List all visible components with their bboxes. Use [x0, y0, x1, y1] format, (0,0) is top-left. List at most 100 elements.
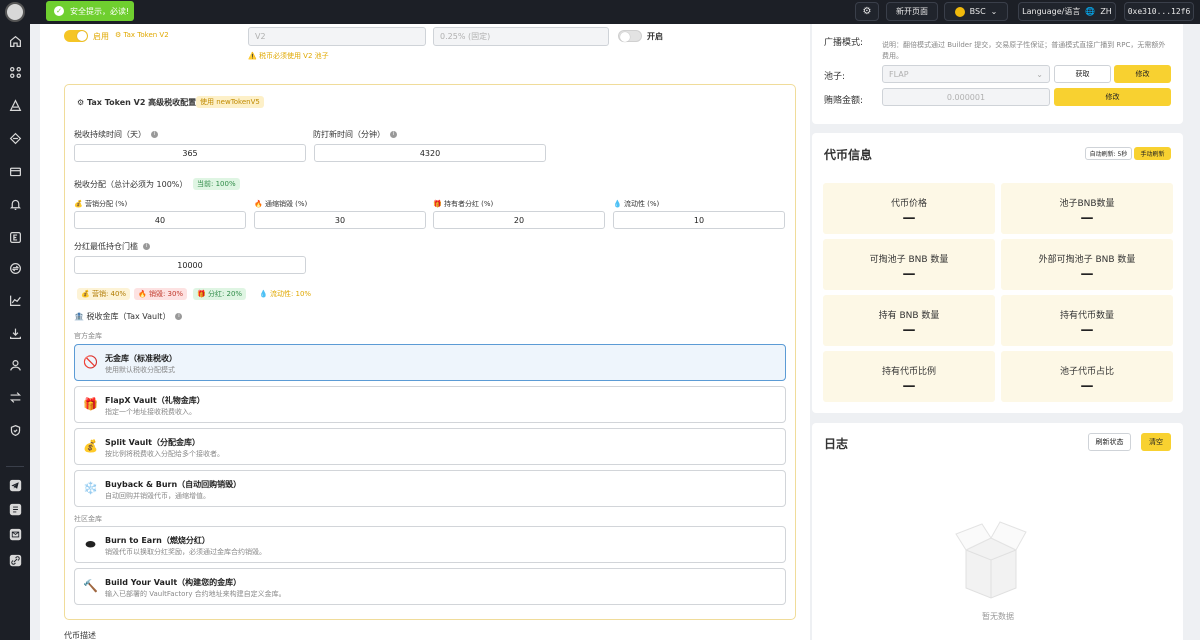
- bribe-input[interactable]: 0.000001: [882, 88, 1050, 106]
- summary-badge: 💰 营销: 40%: [77, 288, 131, 300]
- info-icon[interactable]: i: [143, 243, 150, 250]
- token-stat: 持有代币比例 —: [823, 351, 995, 402]
- vault-option-flapx[interactable]: 🎁 FlapX Vault（礼物金库） 指定一个地址接收税费收入。: [74, 386, 786, 423]
- home-icon[interactable]: [6, 32, 24, 50]
- new-page-label: 新开页面: [896, 7, 928, 16]
- token-e-icon[interactable]: [6, 228, 24, 246]
- antisnipe-input[interactable]: 4320: [314, 144, 546, 162]
- bribe-modify-button[interactable]: 修改: [1054, 88, 1171, 106]
- stat-value: —: [902, 379, 916, 394]
- auto-refresh-indicator[interactable]: 自动刷新: 5秒: [1085, 147, 1132, 160]
- distribution-input[interactable]: 30: [254, 211, 426, 229]
- swap-circle-icon[interactable]: [6, 259, 24, 277]
- new-page-button[interactable]: 新开页面: [886, 2, 938, 21]
- wallet-address: 0xe310...12f6: [1127, 7, 1191, 16]
- clear-log-button[interactable]: 清空: [1141, 433, 1171, 451]
- language-select[interactable]: Language/语言 🌐 ZH: [1018, 2, 1116, 21]
- vault-option-none[interactable]: 🚫 无金库（标准税收） 使用默认税收分配模式: [74, 344, 786, 381]
- info-icon[interactable]: i: [175, 313, 183, 320]
- network-select[interactable]: BSC ⌄: [944, 2, 1008, 21]
- gear-small-icon: ⚙: [115, 31, 122, 39]
- diamond-icon[interactable]: [6, 129, 24, 147]
- pool-modify-button[interactable]: 修改: [1114, 65, 1171, 83]
- language-value: ZH: [1100, 7, 1112, 16]
- vault-option-split[interactable]: 💰 Split Vault（分配金库） 按比例将税费收入分配给多个接收者。: [74, 428, 786, 465]
- duration-label: 税收持续时间（天） i: [74, 129, 158, 140]
- vault-option-buyback-burn[interactable]: ❄️ Buyback & Burn（自动回购销毁） 自动回购并销毁代币，通缩增值。: [74, 470, 786, 507]
- open-toggle[interactable]: [618, 30, 642, 42]
- stat-value: —: [902, 323, 916, 338]
- token-stat: 池子代币占比 —: [1001, 351, 1173, 402]
- distribution-field-text: 流动性 (%): [623, 200, 660, 208]
- empty-log-text: 暂无数据: [982, 612, 1014, 621]
- vault-option-burn-to-earn[interactable]: ⬬ Burn to Earn（燃烧分红） 销毁代币以换取分红奖励，必须通过金库合约销…: [74, 526, 786, 563]
- pool-select[interactable]: FLAP ⌄: [882, 65, 1050, 83]
- stat-label: 池子代币占比: [1059, 367, 1114, 377]
- summary-badge: 💧 流动性: 10%: [255, 288, 316, 300]
- info-icon[interactable]: i: [390, 131, 397, 138]
- refresh-status-button[interactable]: 刷新状态: [1088, 433, 1131, 451]
- disc-icon: ⬬: [85, 537, 96, 551]
- bribe-value: 0.000001: [946, 92, 986, 102]
- sidebar: [0, 0, 30, 640]
- vault-title: Split Vault（分配金库）: [105, 438, 200, 447]
- stat-value: —: [1080, 211, 1094, 226]
- broadcast-note: 说明：翻倍模式通过 Builder 提交，交易原子性保证；普通模式直接广播到 R…: [882, 41, 1166, 60]
- app-logo[interactable]: [5, 2, 25, 22]
- newtoken-badge: 使用 newTokenV5: [196, 96, 264, 108]
- wallet-button[interactable]: 0xe310...12f6: [1124, 2, 1194, 21]
- vault-description: 按比例将税费收入分配给多个接收者。: [105, 450, 224, 458]
- version-value: V2: [255, 32, 266, 41]
- token-stat: 持有 BNB 数量 —: [823, 295, 995, 346]
- apps-grid-icon[interactable]: [6, 63, 24, 81]
- tax-token-label: ⚙ Tax Token V2: [115, 31, 169, 39]
- enable-toggle[interactable]: [64, 30, 88, 42]
- mail-icon[interactable]: [6, 525, 24, 543]
- manual-refresh-button[interactable]: 手动刷新: [1134, 147, 1171, 160]
- distribution-field-icon: 🎁: [433, 200, 442, 208]
- safety-toast[interactable]: ✓ 安全提示，必读!: [46, 1, 134, 21]
- link-icon[interactable]: [6, 551, 24, 569]
- token-desc-label: 代币描述: [64, 631, 96, 640]
- vault-option-build-your-own[interactable]: 🔨 Build Your Vault（构建您的金库） 输入已部署的 VaultFac…: [74, 568, 786, 605]
- gear-icon: ⚙: [862, 6, 872, 17]
- fetch-button[interactable]: 获取: [1054, 65, 1111, 83]
- gift-icon: 🎁: [83, 397, 98, 411]
- settings-button[interactable]: ⚙: [855, 2, 879, 21]
- duration-input[interactable]: 365: [74, 144, 306, 162]
- shield-icon[interactable]: [6, 421, 24, 439]
- vault-label: 🏦 税收金库（Tax Vault） i: [74, 311, 183, 322]
- hammer-icon: 🔨: [83, 579, 98, 593]
- bell-icon[interactable]: [6, 195, 24, 213]
- vault-description: 指定一个地址接收税费收入。: [105, 408, 196, 416]
- user-icon[interactable]: [6, 356, 24, 374]
- vault-title: FlapX Vault（礼物金库）: [105, 396, 205, 405]
- version-select[interactable]: V2: [248, 27, 426, 46]
- language-label: Language/语言: [1022, 7, 1081, 16]
- dividend-threshold-label: 分红最低持仓门槛 i: [74, 241, 150, 252]
- distribution-field-icon: 🔥: [254, 200, 263, 208]
- wallet-icon[interactable]: [6, 162, 24, 180]
- official-vault-section: 官方金库: [74, 332, 102, 340]
- stat-label: 持有代币比例: [881, 367, 936, 377]
- current-total-badge: 当前: 100%: [193, 178, 240, 190]
- empty-box-icon: [948, 500, 1034, 600]
- dividend-threshold-input[interactable]: 10000: [74, 256, 306, 274]
- pyramid-icon[interactable]: [6, 96, 24, 114]
- distribution-field-text: 持有者分红 (%): [443, 200, 494, 208]
- bribe-label: 贿赂金额:: [824, 96, 864, 106]
- pool-value: FLAP: [889, 69, 909, 79]
- document-icon[interactable]: [6, 500, 24, 518]
- stat-label: 持有 BNB 数量: [878, 311, 940, 321]
- telegram-icon[interactable]: [6, 476, 24, 494]
- distribution-input[interactable]: 20: [433, 211, 605, 229]
- vault-description: 使用默认税收分配模式: [105, 366, 175, 374]
- info-icon[interactable]: i: [151, 131, 158, 138]
- distribution-input[interactable]: 10: [613, 211, 785, 229]
- download-icon[interactable]: [6, 324, 24, 342]
- distribution-input[interactable]: 40: [74, 211, 246, 229]
- chart-icon[interactable]: [6, 291, 24, 309]
- transfer-icon[interactable]: [6, 388, 24, 406]
- check-icon: ✓: [54, 6, 64, 16]
- money-bag-icon: 💰: [83, 439, 98, 453]
